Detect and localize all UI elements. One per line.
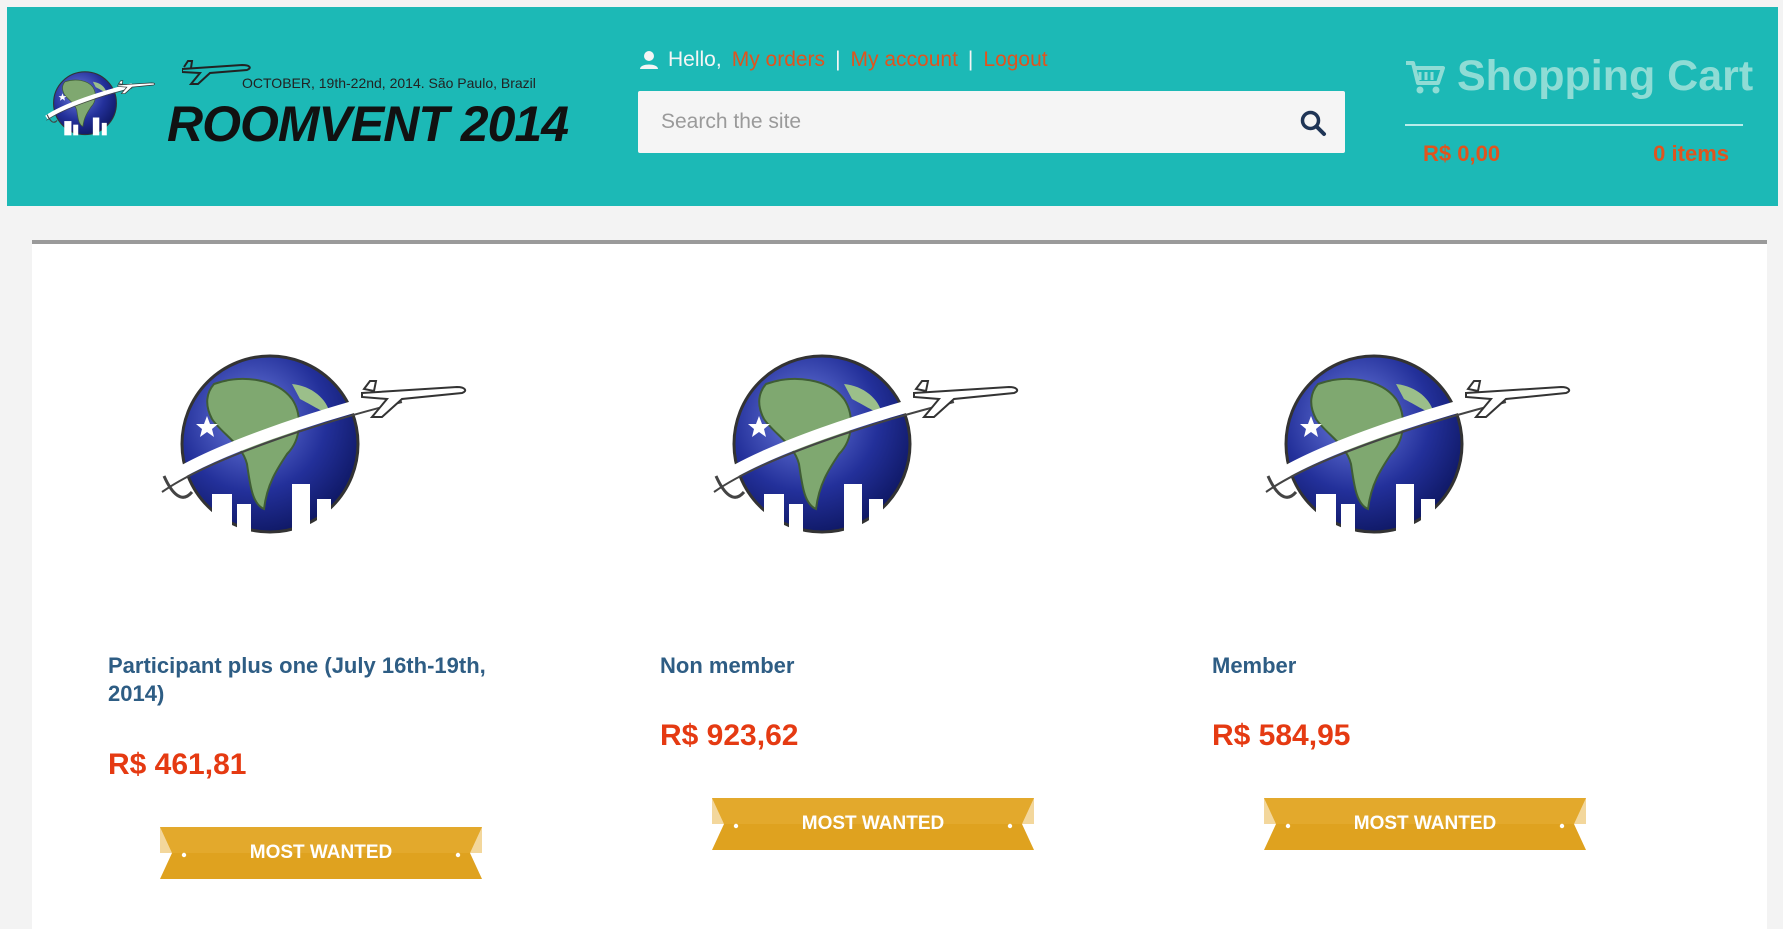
product-grid: Participant plus one (July 16th-19th, 20… — [32, 240, 1767, 929]
search-icon[interactable] — [1299, 109, 1327, 137]
my-orders-link[interactable]: My orders — [732, 48, 825, 72]
separator: | — [967, 48, 974, 71]
most-wanted-badge[interactable]: MOST WANTED — [712, 798, 1034, 850]
user-icon — [640, 51, 658, 69]
product-card: Non member R$ 923,62 MOST WANTED — [584, 244, 1054, 929]
cart-item-count: 0 items — [1653, 141, 1729, 166]
product-image[interactable] — [704, 344, 1024, 554]
badge-label: MOST WANTED — [249, 842, 393, 863]
logo-title: ROOMVENT 2014 — [167, 96, 569, 152]
cart-title[interactable]: Shopping Cart — [1405, 52, 1753, 101]
product-name[interactable]: Non member — [660, 652, 1080, 680]
cart-divider — [1405, 124, 1743, 126]
badge-label: MOST WANTED — [801, 813, 945, 834]
cart-icon — [1406, 60, 1445, 93]
logout-link[interactable]: Logout — [983, 48, 1047, 72]
separator: | — [835, 48, 841, 71]
search-input[interactable] — [638, 91, 1278, 153]
search-box — [638, 91, 1345, 153]
site-logo[interactable]: OCTOBER, 19th-22nd, 2014. São Paulo, Bra… — [32, 37, 592, 167]
product-price: R$ 584,95 — [1212, 719, 1351, 752]
product-card: Member R$ 584,95 MOST WANTED — [1136, 244, 1606, 929]
product-image[interactable] — [1256, 344, 1576, 554]
shopping-cart[interactable]: Shopping Cart R$ 0,00 0 items — [1405, 52, 1753, 172]
product-image[interactable] — [152, 344, 472, 554]
cart-title-text: Shopping Cart — [1457, 52, 1754, 100]
product-name[interactable]: Participant plus one (July 16th-19th, 20… — [108, 652, 528, 708]
cart-total: R$ 0,00 — [1423, 141, 1501, 166]
most-wanted-badge[interactable]: MOST WANTED — [160, 827, 482, 879]
user-bar: Hello, My orders | My account | Logout — [639, 45, 1048, 75]
product-name[interactable]: Member — [1212, 652, 1632, 680]
my-account-link[interactable]: My account — [851, 48, 958, 72]
product-price: R$ 923,62 — [660, 719, 799, 752]
product-price: R$ 461,81 — [108, 748, 247, 781]
globe-logo-icon — [40, 45, 160, 165]
most-wanted-badge[interactable]: MOST WANTED — [1264, 798, 1586, 850]
greeting-text: Hello, — [668, 48, 722, 71]
badge-label: MOST WANTED — [1353, 813, 1497, 834]
logo-tagline: OCTOBER, 19th-22nd, 2014. São Paulo, Bra… — [242, 75, 536, 91]
site-header: OCTOBER, 19th-22nd, 2014. São Paulo, Bra… — [7, 7, 1778, 206]
product-card: Participant plus one (July 16th-19th, 20… — [32, 244, 502, 929]
